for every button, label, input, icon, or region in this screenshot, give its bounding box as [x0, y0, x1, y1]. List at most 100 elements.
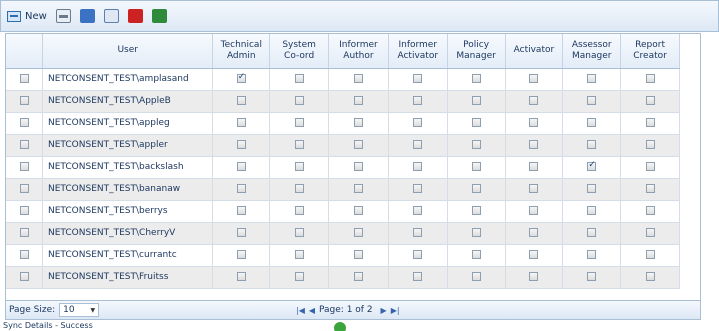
role-checkbox[interactable]: [471, 184, 481, 193]
role-checkbox[interactable]: [471, 118, 481, 127]
role-checkbox[interactable]: [413, 118, 423, 127]
row-select-checkbox[interactable]: [19, 250, 29, 259]
next-page-icon[interactable]: ▶: [381, 306, 387, 315]
role-checkbox[interactable]: [413, 250, 423, 259]
role-checkbox[interactable]: [236, 140, 246, 149]
role-checkbox[interactable]: [529, 184, 539, 193]
row-select-checkbox[interactable]: [19, 228, 29, 237]
row-select-checkbox[interactable]: [19, 118, 29, 127]
role-checkbox[interactable]: [529, 140, 539, 149]
prev-page-icon[interactable]: ◀: [309, 306, 315, 315]
role-checkbox[interactable]: [471, 272, 481, 281]
role-checkbox[interactable]: [294, 250, 304, 259]
role-checkbox[interactable]: [294, 272, 304, 281]
role-checkbox[interactable]: [471, 140, 481, 149]
role-checkbox[interactable]: [353, 272, 363, 281]
page-size-select[interactable]: 10 ▼: [59, 303, 100, 317]
role-checkbox[interactable]: [587, 74, 597, 83]
role-checkbox[interactable]: [236, 162, 246, 171]
role-checkbox[interactable]: [471, 228, 481, 237]
export-doc-button[interactable]: [103, 6, 119, 26]
role-checkbox[interactable]: [645, 228, 655, 237]
role-checkbox[interactable]: [294, 228, 304, 237]
role-checkbox[interactable]: [529, 74, 539, 83]
role-checkbox[interactable]: [645, 96, 655, 105]
role-checkbox[interactable]: [587, 118, 597, 127]
role-checkbox[interactable]: [413, 74, 423, 83]
role-checkbox[interactable]: [413, 228, 423, 237]
new-button[interactable]: New: [7, 6, 47, 26]
role-checkbox[interactable]: [294, 162, 304, 171]
role-checkbox[interactable]: [353, 228, 363, 237]
role-checkbox[interactable]: [294, 184, 304, 193]
role-checkbox[interactable]: [236, 228, 246, 237]
role-checkbox[interactable]: [471, 206, 481, 215]
role-checkbox[interactable]: [294, 96, 304, 105]
role-checkbox[interactable]: [645, 250, 655, 259]
role-checkbox[interactable]: [236, 250, 246, 259]
role-checkbox[interactable]: [645, 118, 655, 127]
role-checkbox[interactable]: [587, 272, 597, 281]
export-excel-button[interactable]: [151, 6, 167, 26]
role-checkbox[interactable]: [587, 140, 597, 149]
role-checkbox[interactable]: [529, 118, 539, 127]
row-select-checkbox[interactable]: [19, 96, 29, 105]
role-checkbox[interactable]: [587, 250, 597, 259]
role-checkbox[interactable]: [236, 118, 246, 127]
role-checkbox[interactable]: [529, 206, 539, 215]
role-checkbox[interactable]: [645, 162, 655, 171]
role-checkbox[interactable]: [645, 184, 655, 193]
role-checkbox[interactable]: [413, 272, 423, 281]
row-select-checkbox[interactable]: [19, 272, 29, 281]
row-select-checkbox[interactable]: [19, 140, 29, 149]
first-page-icon[interactable]: |◀: [296, 306, 305, 315]
role-checkbox[interactable]: [587, 228, 597, 237]
role-checkbox[interactable]: [353, 74, 363, 83]
role-checkbox[interactable]: [529, 96, 539, 105]
role-checkbox[interactable]: [236, 272, 246, 281]
role-checkbox[interactable]: [353, 206, 363, 215]
row-select-checkbox[interactable]: [19, 74, 29, 83]
role-checkbox[interactable]: [529, 162, 539, 171]
role-checkbox[interactable]: [236, 72, 246, 83]
role-checkbox[interactable]: [294, 74, 304, 83]
export-word-button[interactable]: [79, 6, 95, 26]
row-select-checkbox[interactable]: [19, 162, 29, 171]
role-checkbox[interactable]: [645, 272, 655, 281]
print-button[interactable]: [55, 6, 71, 26]
role-checkbox[interactable]: [413, 96, 423, 105]
role-checkbox[interactable]: [294, 206, 304, 215]
role-checkbox[interactable]: [353, 184, 363, 193]
role-checkbox[interactable]: [587, 160, 597, 171]
role-checkbox[interactable]: [413, 184, 423, 193]
role-checkbox[interactable]: [236, 96, 246, 105]
role-checkbox[interactable]: [353, 140, 363, 149]
role-checkbox[interactable]: [236, 206, 246, 215]
export-pdf-button[interactable]: [127, 6, 143, 26]
role-checkbox[interactable]: [294, 140, 304, 149]
role-checkbox[interactable]: [413, 140, 423, 149]
role-checkbox[interactable]: [587, 206, 597, 215]
role-checkbox[interactable]: [353, 118, 363, 127]
role-checkbox[interactable]: [353, 96, 363, 105]
role-checkbox[interactable]: [294, 118, 304, 127]
role-checkbox[interactable]: [645, 74, 655, 83]
role-checkbox[interactable]: [471, 96, 481, 105]
role-checkbox[interactable]: [645, 206, 655, 215]
role-checkbox[interactable]: [529, 272, 539, 281]
role-checkbox[interactable]: [353, 162, 363, 171]
role-checkbox[interactable]: [471, 162, 481, 171]
role-checkbox[interactable]: [236, 184, 246, 193]
row-select-checkbox[interactable]: [19, 184, 29, 193]
role-checkbox[interactable]: [529, 250, 539, 259]
role-checkbox[interactable]: [587, 184, 597, 193]
role-checkbox[interactable]: [587, 96, 597, 105]
last-page-icon[interactable]: ▶|: [391, 306, 400, 315]
role-checkbox[interactable]: [471, 74, 481, 83]
role-checkbox[interactable]: [529, 228, 539, 237]
role-checkbox[interactable]: [413, 162, 423, 171]
row-select-checkbox[interactable]: [19, 206, 29, 215]
role-checkbox[interactable]: [413, 206, 423, 215]
role-checkbox[interactable]: [645, 140, 655, 149]
role-checkbox[interactable]: [471, 250, 481, 259]
